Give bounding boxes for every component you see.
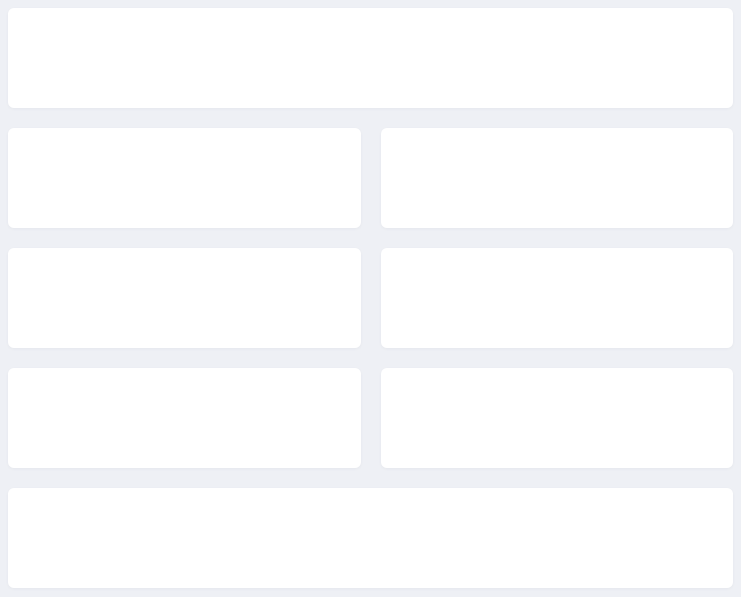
skeleton-card-half bbox=[8, 128, 361, 228]
skeleton-card-half bbox=[381, 248, 734, 348]
skeleton-card-half bbox=[8, 368, 361, 468]
skeleton-container bbox=[8, 8, 733, 588]
skeleton-card-full-bottom bbox=[8, 488, 733, 588]
skeleton-row bbox=[8, 128, 733, 228]
skeleton-row bbox=[8, 368, 733, 468]
skeleton-card-full-top bbox=[8, 8, 733, 108]
skeleton-card-half bbox=[381, 128, 734, 228]
skeleton-card-half bbox=[381, 368, 734, 468]
skeleton-card-half bbox=[8, 248, 361, 348]
skeleton-row bbox=[8, 248, 733, 348]
